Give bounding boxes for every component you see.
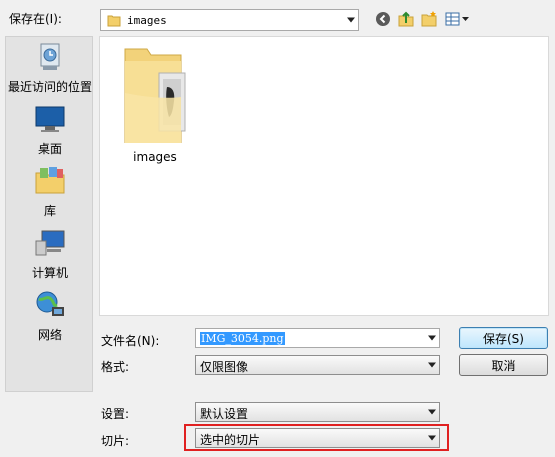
highlight-box: [184, 424, 449, 451]
filename-label: 文件名(N):: [101, 334, 160, 348]
format-label: 格式:: [101, 360, 130, 374]
place-desktop[interactable]: 桌面: [6, 103, 94, 157]
chevron-down-icon: [428, 335, 436, 341]
new-folder-icon[interactable]: [419, 9, 439, 29]
chevron-down-icon: [347, 17, 355, 23]
libraries-icon: [33, 167, 67, 200]
computer-icon: [33, 230, 67, 262]
chevron-down-icon: [428, 409, 436, 415]
filename-value: IMG_3054.png: [200, 332, 285, 345]
place-label: 网络: [37, 328, 62, 342]
location-dropdown[interactable]: images: [100, 9, 359, 31]
format-dropdown[interactable]: 仅限图像: [195, 355, 440, 375]
place-label: 最近访问的位置: [7, 80, 92, 94]
place-network[interactable]: 网络: [6, 289, 94, 343]
folder-icon: [119, 48, 191, 146]
place-computer[interactable]: 计算机: [6, 227, 94, 281]
place-label: 计算机: [31, 266, 68, 280]
folder-icon: [107, 14, 121, 30]
save-in-label: 保存在(I):: [9, 12, 62, 26]
up-folder-icon[interactable]: [396, 9, 416, 29]
settings-label: 设置:: [101, 407, 130, 421]
format-value: 仅限图像: [200, 360, 249, 374]
desktop-icon: [33, 106, 67, 138]
place-label: 桌面: [37, 142, 62, 156]
place-label: 库: [43, 204, 56, 218]
file-list[interactable]: images: [99, 36, 549, 316]
place-libraries[interactable]: 库: [6, 165, 94, 219]
place-recent[interactable]: 最近访问的位置: [6, 41, 94, 95]
folder-label: images: [133, 150, 177, 164]
filename-input[interactable]: IMG_3054.png: [195, 328, 440, 348]
places-bar: 最近访问的位置 桌面 库 计算机 网络: [5, 36, 93, 392]
location-text: images: [127, 14, 167, 27]
cancel-button[interactable]: 取消: [459, 354, 548, 376]
slices-label: 切片:: [101, 434, 130, 448]
recent-places-icon: [33, 43, 67, 76]
back-icon[interactable]: [373, 9, 393, 29]
network-icon: [33, 291, 67, 324]
save-button[interactable]: 保存(S): [459, 327, 548, 349]
folder-item[interactable]: images: [112, 43, 198, 164]
settings-dropdown[interactable]: 默认设置: [195, 402, 440, 422]
chevron-down-icon: [428, 362, 436, 368]
settings-value: 默认设置: [200, 407, 249, 421]
view-menu-icon[interactable]: [444, 9, 472, 29]
